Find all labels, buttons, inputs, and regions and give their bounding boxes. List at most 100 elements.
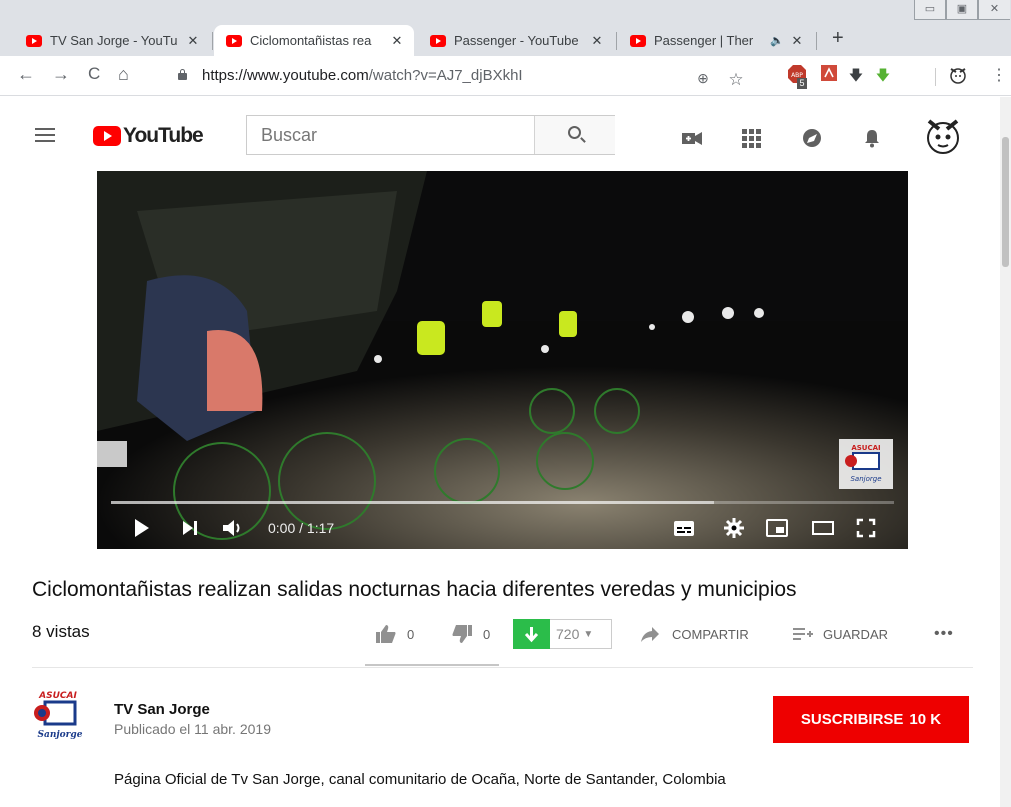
thumbs-up-icon <box>376 625 396 643</box>
browser-toolbar: ← → C ⌂ https://www.youtube.com/watch?v=… <box>0 56 1011 96</box>
watermark-logo: ASUCAI Sanjorge <box>845 444 882 483</box>
home-icon[interactable]: ⌂ <box>118 64 129 85</box>
close-tab-icon[interactable]: ✕ <box>788 33 806 49</box>
subscribe-button[interactable]: SUSCRIBIRSE 10 K <box>773 696 969 743</box>
tab-ciclomontanistas[interactable]: Ciclomontañistas rea ✕ <box>214 25 414 56</box>
dislike-button[interactable]: 0 <box>451 618 490 650</box>
speaker-icon[interactable]: 🔈 <box>770 34 784 47</box>
share-label: COMPARTIR <box>672 626 749 642</box>
tab-title: Passenger - YouTube <box>454 33 579 48</box>
thumbs-down-icon <box>452 625 472 643</box>
volume-icon[interactable] <box>221 517 243 539</box>
save-label: GUARDAR <box>823 626 889 642</box>
close-tab-icon[interactable]: ✕ <box>388 33 406 49</box>
tab-divider <box>212 32 213 50</box>
time-display: 0:00 / 1:17 <box>268 520 335 536</box>
channel-logo: ASUCAI Sanjorge <box>34 691 83 740</box>
tab-title: Passenger | Ther <box>654 33 754 48</box>
url-host: https://www.youtube.com <box>202 67 369 84</box>
downloader-extension-icon[interactable]: 🡇 <box>874 65 892 83</box>
tab-passenger-youtube[interactable]: Passenger - YouTube ✕ <box>418 25 614 56</box>
reload-button[interactable]: C <box>88 64 100 84</box>
channel-watermark[interactable]: ASUCAI Sanjorge <box>839 439 893 489</box>
sentiment-bar <box>365 664 499 666</box>
zoom-icon[interactable]: ⊕ <box>694 70 712 88</box>
close-window-button[interactable]: ✕ <box>978 0 1010 20</box>
download-extension-button[interactable]: 720 ▼ <box>513 619 612 649</box>
toolbar-separator <box>935 68 936 86</box>
chevron-down-icon: ▼ <box>583 628 594 640</box>
maximize-button[interactable]: ▣ <box>946 0 978 20</box>
account-avatar-icon[interactable] <box>921 113 965 157</box>
lock-icon[interactable] <box>178 69 187 80</box>
info-divider <box>32 667 973 668</box>
channel-description: Página Oficial de Tv San Jorge, canal co… <box>114 771 726 788</box>
subscribe-label: SUSCRIBIRSE <box>800 711 904 728</box>
download-icon <box>513 619 550 649</box>
search-button[interactable] <box>534 116 615 154</box>
youtube-masthead: YouTube <box>0 97 1011 171</box>
adblock-badge: 5 <box>797 78 807 89</box>
video-player[interactable]: ASUCAI Sanjorge 0:00 / 1:17 <box>97 171 908 549</box>
channel-avatar[interactable]: ASUCAI Sanjorge <box>30 689 86 743</box>
new-tab-button[interactable]: + <box>832 27 844 50</box>
progress-bar[interactable] <box>111 501 894 504</box>
close-tab-icon[interactable]: ✕ <box>588 33 606 49</box>
bookmark-star-icon[interactable]: ☆ <box>727 70 745 89</box>
address-bar[interactable]: https://www.youtube.com/watch?v=AJ7_djBX… <box>160 61 765 91</box>
channel-name[interactable]: TV San Jorge <box>114 701 210 718</box>
tab-divider <box>616 32 617 50</box>
apps-grid-icon[interactable] <box>740 127 762 149</box>
buffered-progress <box>111 501 714 504</box>
page-scrollbar[interactable] <box>1000 97 1011 807</box>
tab-title: TV San Jorge - YouTu <box>50 33 178 48</box>
search-box <box>246 115 615 155</box>
scrollbar-thumb[interactable] <box>1002 137 1009 267</box>
video-title: Ciclomontañistas realizan salidas noctur… <box>32 578 797 601</box>
like-button[interactable]: 0 <box>375 618 414 650</box>
browser-menu-icon[interactable]: ⋮ <box>990 65 1008 84</box>
publish-date: Publicado el 11 abr. 2019 <box>114 721 271 737</box>
notifications-bell-icon[interactable] <box>861 127 883 149</box>
fullscreen-icon[interactable] <box>855 517 877 539</box>
miniplayer-icon[interactable] <box>765 517 789 539</box>
download-quality[interactable]: 720 ▼ <box>550 619 612 649</box>
more-actions-button[interactable]: ••• <box>934 618 954 650</box>
next-button[interactable] <box>181 517 199 539</box>
youtube-icon <box>430 34 446 47</box>
save-button[interactable]: GUARDAR <box>793 618 888 650</box>
url-path: /watch?v=AJ7_djBXkhI <box>368 67 523 84</box>
view-count: 8 vistas <box>32 622 90 641</box>
tab-divider <box>816 32 817 50</box>
svg-text:ASUCAI: ASUCAI <box>851 444 880 452</box>
url-text[interactable]: https://www.youtube.com/watch?v=AJ7_djBX… <box>202 67 523 84</box>
tab-title: Ciclomontañistas rea <box>250 33 372 48</box>
youtube-icon <box>226 34 242 47</box>
share-button[interactable]: COMPARTIR <box>640 618 749 650</box>
guide-menu-icon[interactable] <box>35 128 55 146</box>
pdf-icon[interactable] <box>820 65 838 83</box>
forward-button[interactable]: → <box>52 64 70 85</box>
channel-logo-text: ASUCAI <box>38 691 77 701</box>
profile-avatar-icon[interactable] <box>948 65 966 84</box>
youtube-logo-text: YouTube <box>123 124 204 147</box>
back-button[interactable]: ← <box>17 64 35 85</box>
player-controls: 0:00 / 1:17 <box>97 508 908 549</box>
play-button[interactable] <box>133 517 151 539</box>
messages-icon[interactable] <box>801 127 823 149</box>
tab-tv-san-jorge[interactable]: TV San Jorge - YouTu ✕ <box>14 25 210 56</box>
tab-passenger-there[interactable]: Passenger | Ther 🔈 ✕ <box>618 25 814 56</box>
create-video-icon[interactable] <box>681 127 703 149</box>
youtube-logo[interactable]: YouTube <box>93 124 204 148</box>
download-arrow-icon[interactable]: 🡇 <box>847 65 865 83</box>
minimize-button[interactable]: ▭ <box>914 0 946 20</box>
share-arrow-icon <box>641 627 659 642</box>
dislike-count: 0 <box>483 626 491 642</box>
search-input[interactable] <box>247 116 534 154</box>
video-frame <box>97 171 908 549</box>
close-tab-icon[interactable]: ✕ <box>184 33 202 49</box>
like-count: 0 <box>407 626 415 642</box>
settings-gear-icon[interactable] <box>723 517 745 539</box>
subtitles-icon[interactable] <box>673 517 695 539</box>
theater-mode-icon[interactable] <box>811 517 835 539</box>
